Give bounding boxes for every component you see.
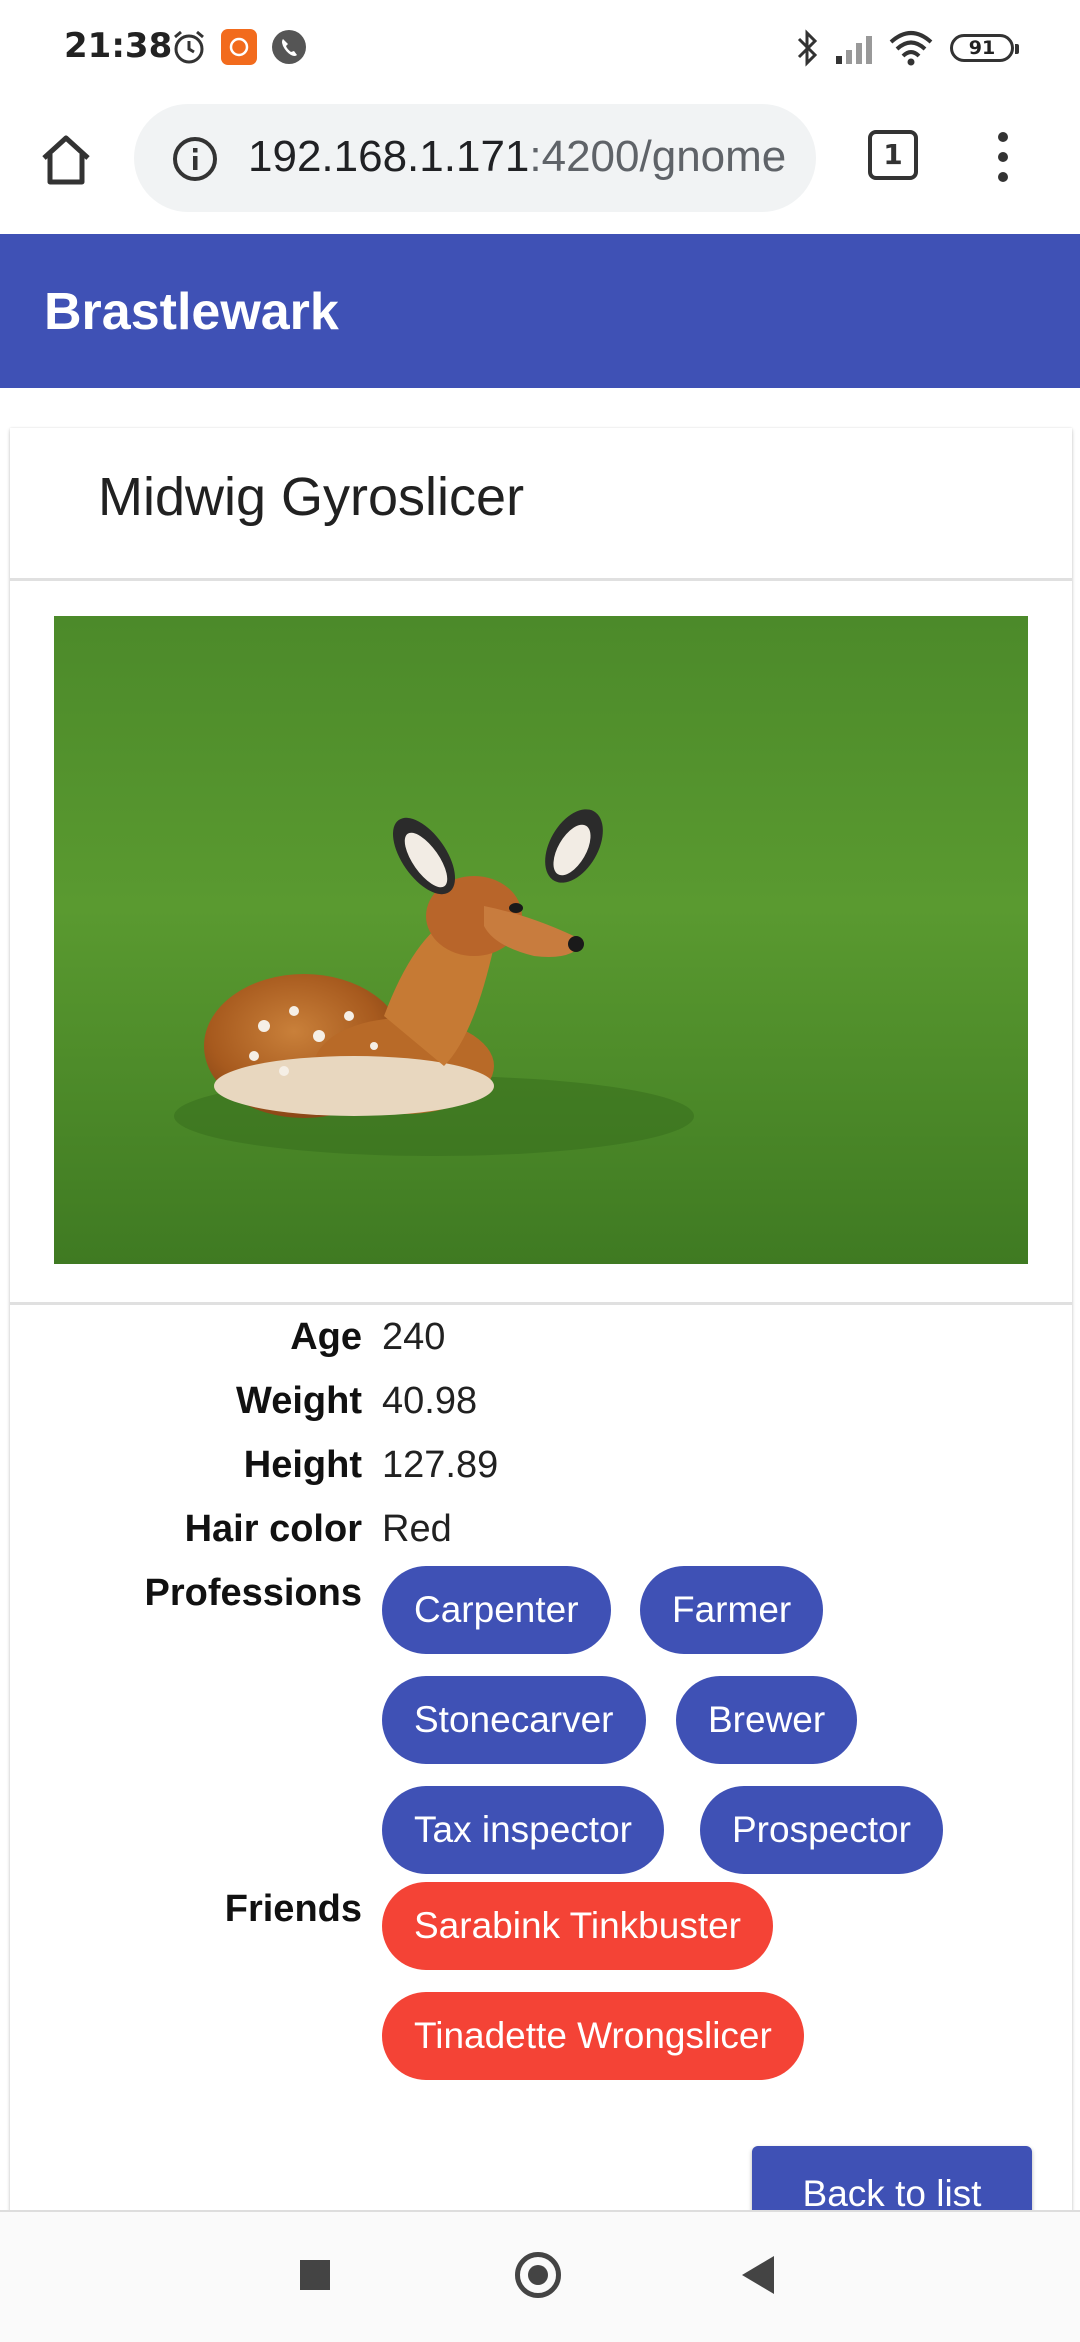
hair-color-value: Red [382, 1508, 452, 1550]
app-title: Brastlewark [44, 283, 339, 341]
system-nav-bar [0, 2210, 1080, 2342]
phone-icon [272, 30, 306, 64]
profession-chip[interactable]: Brewer [676, 1676, 858, 1764]
url-text[interactable]: 192.168.1.171:4200/gnome [248, 132, 786, 182]
address-bar[interactable]: 192.168.1.171:4200/gnome [134, 104, 816, 212]
tab-switcher-button[interactable]: 1 [868, 130, 918, 180]
gnome-name: Midwig Gyroslicer [98, 467, 525, 527]
recents-icon[interactable] [300, 2260, 330, 2290]
alarm-icon [174, 30, 204, 64]
url-path: :4200/gnome [529, 132, 787, 181]
hair-color-label: Hair color [184, 1508, 362, 1550]
weight-value: 40.98 [382, 1380, 478, 1422]
info-icon[interactable] [172, 136, 218, 182]
divider [10, 1302, 1072, 1305]
friend-chip[interactable]: Tinadette Wrongslicer [382, 1992, 804, 2080]
professions-label: Professions [144, 1572, 362, 1614]
back-nav-icon[interactable] [742, 2256, 774, 2294]
profession-chip[interactable]: Tax inspector [382, 1786, 664, 1874]
height-label: Height [243, 1444, 362, 1486]
profession-chip[interactable]: Carpenter [382, 1566, 611, 1654]
browser-toolbar: 192.168.1.171:4200/gnome 1 [0, 96, 1080, 234]
app-toolbar: Brastlewark [0, 234, 1080, 388]
profession-chip[interactable]: Prospector [700, 1786, 943, 1874]
gnome-detail-card: Midwig Gyroslicer Age 240 Weight 40.98 H… [10, 428, 1072, 2236]
status-time: 21:38 [64, 26, 173, 66]
height-value: 127.89 [382, 1444, 499, 1486]
age-label: Age [290, 1316, 362, 1358]
card-header: Midwig Gyroslicer [10, 428, 1072, 581]
home-icon[interactable] [36, 130, 96, 190]
home-nav-icon[interactable] [515, 2252, 561, 2298]
profession-chip[interactable]: Stonecarver [382, 1676, 646, 1764]
signal-icon [836, 36, 872, 64]
gnome-photo [54, 616, 1028, 1264]
age-value: 240 [382, 1316, 446, 1358]
friend-chip[interactable]: Sarabink Tinkbuster [382, 1882, 774, 1970]
app-notification-icon [221, 29, 257, 65]
bluetooth-icon [797, 29, 818, 67]
wifi-icon [889, 31, 933, 66]
weight-label: Weight [236, 1380, 362, 1422]
battery-icon: 91 [950, 34, 1019, 62]
profession-chip[interactable]: Farmer [640, 1566, 824, 1654]
url-host: 192.168.1.171 [248, 132, 530, 181]
status-bar: 21:38 91 [0, 0, 1080, 96]
friends-label: Friends [224, 1888, 362, 1930]
more-options-icon[interactable] [988, 132, 1018, 186]
